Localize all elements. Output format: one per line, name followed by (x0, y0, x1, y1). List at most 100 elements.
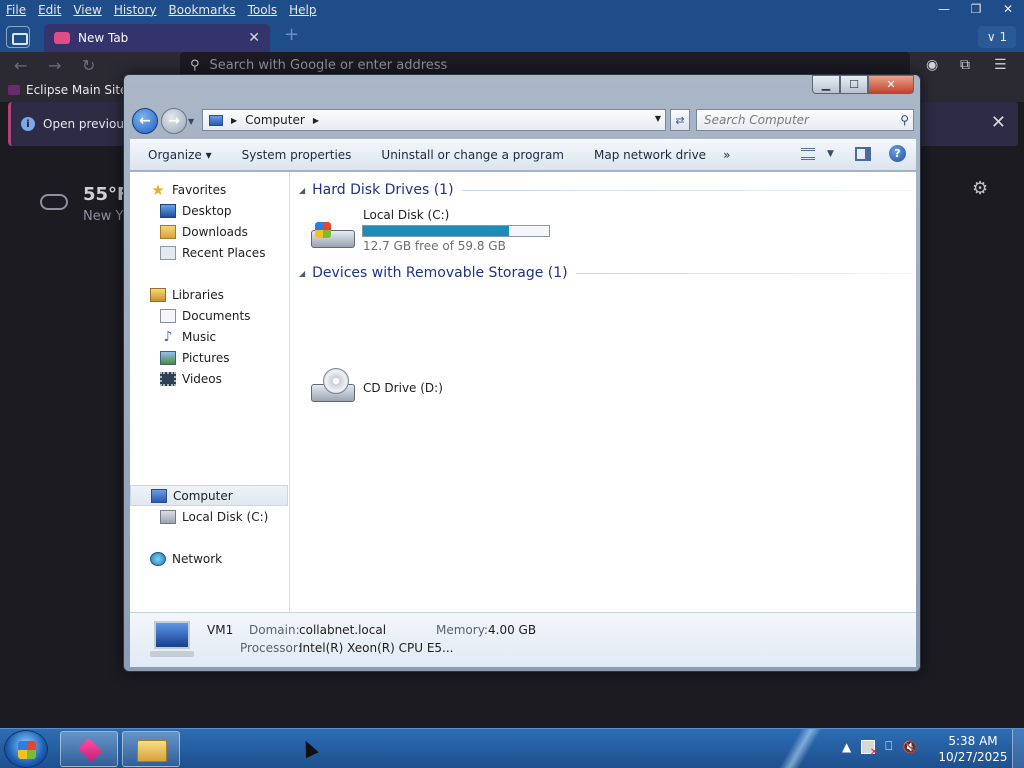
tab-bar: New Tab ✕ + ∨ 1 (0, 20, 1024, 52)
browser-menubar: File Edit View History Bookmarks Tools H… (0, 0, 1024, 20)
nav-recent-places[interactable]: Recent Places (130, 242, 288, 263)
taskbar-clock[interactable]: 5:38 AM 10/27/2025 (936, 733, 1010, 765)
map-network-drive-button[interactable]: Map network drive (579, 148, 721, 162)
forward-arrow-icon[interactable]: → (48, 56, 61, 75)
tab-new-tab[interactable]: New Tab ✕ (44, 24, 270, 52)
group-header-removable[interactable]: ◢ Devices with Removable Storage (1) (299, 265, 911, 281)
account-icon[interactable]: ◉ (926, 57, 938, 73)
tab-overflow-button[interactable]: ∨ 1 (978, 26, 1016, 48)
tab-list-button[interactable] (6, 26, 30, 48)
windows-logo-icon (18, 741, 36, 759)
network-icon (150, 551, 166, 566)
search-box[interactable]: ⚲ (696, 109, 914, 131)
show-desktop-button[interactable] (1012, 729, 1024, 768)
breadcrumb-chevron-icon[interactable]: ▶ (313, 116, 319, 125)
menu-bookmarks[interactable]: Bookmarks (163, 3, 242, 17)
nav-documents[interactable]: Documents (130, 305, 288, 326)
info-icon: i (21, 117, 35, 131)
menu-view[interactable]: View (67, 3, 107, 17)
collapse-triangle-icon[interactable]: ◢ (299, 269, 305, 278)
explorer-title-bar[interactable]: ▁ ☐ ✕ (124, 75, 920, 103)
action-center-flag-icon[interactable] (861, 739, 878, 758)
refresh-button[interactable]: ⇄ (670, 109, 690, 131)
browser-minimize-button[interactable]: — (928, 0, 960, 18)
breadcrumb-chevron-icon[interactable]: ▶ (231, 116, 237, 125)
libraries-icon (150, 287, 166, 302)
group-divider (461, 189, 911, 191)
menu-help[interactable]: Help (283, 3, 322, 17)
address-dropdown-icon[interactable]: ▼ (655, 114, 661, 123)
start-button[interactable] (4, 730, 48, 768)
drive-c-name[interactable]: Local Disk (C:) (363, 208, 449, 222)
system-properties-button[interactable]: System properties (227, 148, 367, 162)
computer-monitor-icon (150, 621, 194, 657)
nav-favorites[interactable]: ★ Favorites (130, 179, 288, 200)
address-bar[interactable]: ▶ Computer ▶ ▼ (202, 109, 666, 131)
back-arrow-icon[interactable]: ← (14, 56, 27, 75)
search-icon[interactable]: ⚲ (900, 113, 909, 127)
nav-local-disk[interactable]: Local Disk (C:) (130, 506, 288, 527)
nav-music[interactable]: ♪ Music (130, 326, 288, 347)
bookmark-eclipse[interactable]: Eclipse Main Site (26, 83, 127, 97)
tab-title: New Tab (78, 31, 129, 45)
nav-network[interactable]: Network (130, 548, 288, 569)
cd-drive-icon[interactable] (309, 368, 357, 408)
new-tab-plus-icon[interactable]: + (284, 24, 299, 45)
memory-value: 4.00 GB (488, 623, 537, 637)
browser-restore-button[interactable]: ❐ (960, 0, 992, 18)
view-icon (801, 147, 815, 160)
menu-history[interactable]: History (108, 3, 163, 17)
reload-icon[interactable]: ↻ (82, 56, 95, 75)
uninstall-program-button[interactable]: Uninstall or change a program (366, 148, 579, 162)
menu-file[interactable]: File (0, 3, 32, 17)
nav-label: Computer (173, 488, 233, 503)
downloads-folder-icon (160, 224, 176, 239)
hard-disk-icon[interactable] (309, 214, 357, 254)
clock-time: 5:38 AM (948, 734, 998, 748)
browser-close-button[interactable]: ✕ (992, 0, 1024, 18)
minimize-button[interactable]: ▁ (812, 75, 840, 94)
search-input[interactable] (697, 110, 893, 130)
taskbar-firefox-button[interactable] (60, 731, 118, 767)
menu-tools[interactable]: Tools (242, 3, 284, 17)
drive-d-name[interactable]: CD Drive (D:) (363, 381, 443, 395)
hamburger-menu-icon[interactable]: ☰ (994, 57, 1007, 73)
recent-pages-dropdown-icon[interactable]: ▼ (188, 117, 194, 126)
computer-icon (209, 114, 223, 126)
extensions-icon[interactable]: ⧉ (960, 57, 970, 73)
nav-label: Music (182, 329, 217, 344)
menu-edit[interactable]: Edit (32, 3, 67, 17)
organize-button[interactable]: Organize ▾ (130, 148, 227, 162)
tab-count: 1 (999, 30, 1008, 44)
help-icon[interactable]: ? (889, 145, 906, 162)
drive-c-free-space: 12.7 GB free of 59.8 GB (363, 239, 506, 253)
desktop-icon (160, 203, 176, 218)
breadcrumb-computer[interactable]: Computer (245, 113, 305, 127)
maximize-button[interactable]: ☐ (840, 75, 868, 94)
nav-pictures[interactable]: Pictures (130, 347, 288, 368)
gear-icon[interactable]: ⚙ (972, 178, 988, 199)
close-button[interactable]: ✕ (868, 75, 914, 94)
nav-libraries[interactable]: Libraries (130, 284, 288, 305)
group-header-hard-disk[interactable]: ◢ Hard Disk Drives (1) (299, 182, 911, 198)
forward-button[interactable]: → (161, 108, 187, 134)
cd-disc-icon (323, 368, 349, 394)
show-hidden-icons-icon[interactable]: ▲ (842, 740, 851, 754)
change-view-button[interactable]: ▼ (801, 147, 841, 160)
network-tray-icon[interactable]: ⎕ (885, 739, 892, 754)
infobar-close-icon[interactable]: ✕ (991, 112, 1006, 133)
nav-videos[interactable]: Videos (130, 368, 288, 389)
back-button[interactable]: ← (132, 108, 158, 134)
more-commands-button[interactable]: » (721, 148, 730, 162)
collapse-triangle-icon[interactable]: ◢ (299, 186, 305, 195)
tab-close-icon[interactable]: ✕ (248, 30, 270, 46)
preview-pane-icon[interactable] (855, 146, 871, 161)
nav-label: Libraries (172, 287, 224, 302)
clock-date: 10/27/2025 (938, 750, 1008, 764)
taskbar-explorer-button[interactable] (122, 731, 180, 767)
nav-downloads[interactable]: Downloads (130, 221, 288, 242)
nav-desktop[interactable]: Desktop (130, 200, 288, 221)
nav-computer[interactable]: Computer (130, 485, 288, 506)
volume-muted-icon[interactable]: 🔇 (902, 740, 917, 754)
taskbar: ▲ ⎕ 🔇 5:38 AM 10/27/2025 (0, 728, 1024, 768)
